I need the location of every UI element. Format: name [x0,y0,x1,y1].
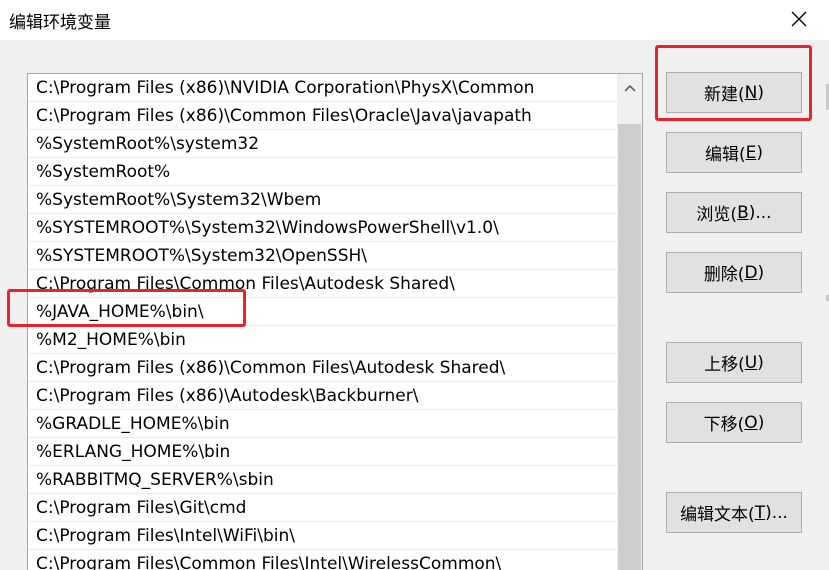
scroll-thumb[interactable] [618,124,641,570]
path-list-item[interactable]: C:\Program Files\Intel\WiFi\bin\ [28,522,618,550]
move-down-button-accesskey: O [744,412,758,433]
move-down-button-label: 下移( [703,415,745,435]
delete-button-label-tail: ) [757,262,765,283]
path-list[interactable]: C:\Program Files (x86)\NVIDIA Corporatio… [27,73,643,570]
path-list-item[interactable]: %ERLANG_HOME%\bin [28,438,618,466]
edit-button-label-tail: ) [756,142,764,163]
browse-button-accesskey: B [737,202,749,223]
edit-text-button-accesskey: T [754,502,766,523]
path-list-item[interactable]: C:\Program Files\Common Files\Autodesk S… [28,270,618,298]
move-up-button-label: 上移( [704,355,745,375]
chevron-up-icon [623,84,636,92]
edit-button[interactable]: 编辑(E) [666,132,802,173]
delete-button-accesskey: D [744,262,758,283]
path-list-item[interactable]: %SystemRoot% [28,158,618,186]
path-list-item[interactable]: %SystemRoot%\System32\Wbem [28,186,618,214]
edit-text-button-label-tail: )... [765,502,788,523]
path-list-item[interactable]: %JAVA_HOME%\bin\ [28,298,618,326]
edit-text-button[interactable]: 编辑文本(T)... [666,492,802,533]
scroll-up-button[interactable] [617,74,642,102]
delete-button[interactable]: 删除(D) [666,252,802,293]
delete-button-label: 删除( [703,265,745,285]
edit-button-label: 编辑( [704,145,746,165]
new-button-label-tail: ) [757,82,764,103]
move-up-button-accesskey: U [744,352,758,373]
path-list-item[interactable]: C:\Program Files (x86)\NVIDIA Corporatio… [28,74,618,102]
move-up-button[interactable]: 上移(U) [666,342,802,383]
window-title: 编辑环境变量 [9,13,111,33]
path-list-item[interactable]: %GRADLE_HOME%\bin [28,410,618,438]
path-list-item[interactable]: %SYSTEMROOT%\System32\WindowsPowerShell\… [28,214,618,242]
new-button-label: 新建( [704,85,745,105]
edit-button-accesskey: E [745,142,757,163]
move-down-button[interactable]: 下移(O) [666,402,802,443]
path-list-item[interactable]: %M2_HOME%\bin [28,326,618,354]
path-list-rows: C:\Program Files (x86)\NVIDIA Corporatio… [28,74,618,570]
path-list-item[interactable]: C:\Program Files (x86)\Common Files\Orac… [28,102,618,130]
new-button[interactable]: 新建(N) [666,72,802,113]
path-list-item[interactable]: C:\Program Files\Git\cmd [28,494,618,522]
path-list-item[interactable]: %SYSTEMROOT%\System32\OpenSSH\ [28,242,618,270]
vertical-scrollbar[interactable] [617,74,642,570]
move-up-button-label-tail: ) [757,352,764,373]
move-down-button-label-tail: ) [757,412,765,433]
path-list-item[interactable]: C:\Program Files (x86)\Autodesk\Backburn… [28,382,618,410]
new-button-accesskey: N [744,82,758,103]
edit-text-button-label: 编辑文本( [680,505,755,525]
browse-button-label-tail: )... [748,202,772,223]
close-icon [791,11,807,27]
title-bar: 编辑环境变量 [0,0,829,40]
path-list-item[interactable]: C:\Program Files (x86)\Common Files\Auto… [28,354,618,382]
browse-button[interactable]: 浏览(B)... [666,192,802,233]
path-list-item[interactable]: %SystemRoot%\system32 [28,130,618,158]
path-list-item[interactable]: C:\Program Files\Common Files\Intel\Wire… [28,550,618,570]
close-button[interactable] [776,2,822,36]
path-list-item[interactable]: %RABBITMQ_SERVER%\sbin [28,466,618,494]
browse-button-label: 浏览( [696,205,738,225]
